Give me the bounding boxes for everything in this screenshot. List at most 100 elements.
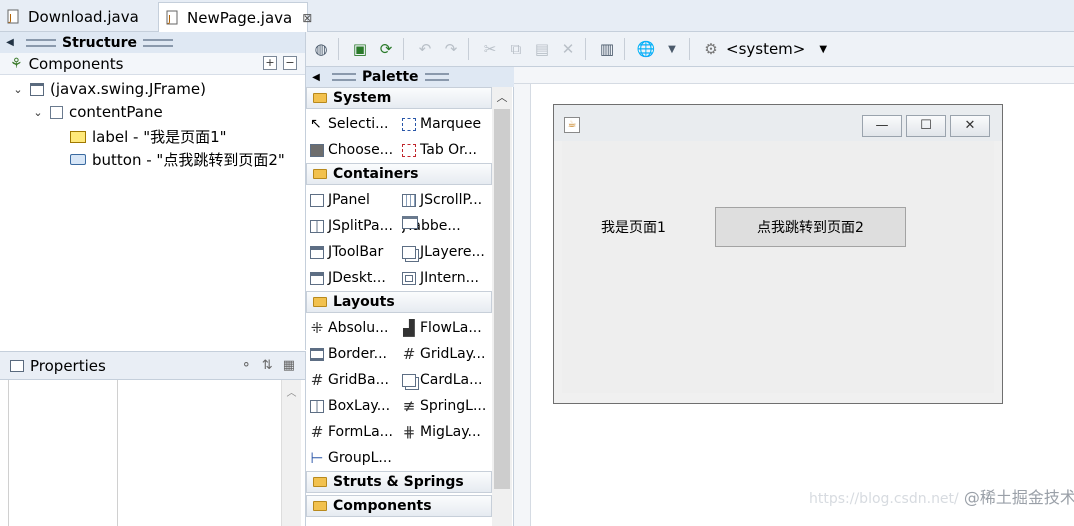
chevron-up-icon[interactable]: ︿	[287, 388, 297, 399]
palette-item-gridlayout[interactable]: # GridLay...	[402, 342, 494, 366]
expand-all-icon[interactable]: +	[263, 56, 277, 70]
palette-item-label: JLayere...	[420, 244, 485, 260]
palette-item-marquee[interactable]: Marquee	[402, 112, 494, 136]
palette-category-struts-springs[interactable]: Struts & Springs	[306, 471, 492, 493]
category-label: System	[333, 90, 392, 106]
palette-item-borderlayout[interactable]: Border...	[310, 342, 402, 366]
palette-item-label: JScrollP...	[420, 192, 483, 208]
svg-text:J: J	[8, 13, 12, 24]
redo-icon[interactable]: ↷	[440, 38, 462, 60]
properties-scrollbar[interactable]: ︿	[281, 380, 301, 526]
scrollbar-thumb[interactable]	[494, 109, 510, 489]
properties-header: Properties ⚬ ⇅ ▦	[0, 352, 305, 380]
show-advanced-icon[interactable]: ▦	[283, 358, 295, 373]
palette-item-jtabbedpane[interactable]: JTabbe...	[402, 214, 494, 238]
jframe-preview[interactable]: ☕ — ☐ ✕ 我是页面1 点我跳转到页面2	[553, 104, 1003, 404]
jscrollpane-icon	[402, 193, 416, 207]
folder-icon	[313, 501, 327, 511]
grip-icon[interactable]	[424, 73, 449, 81]
column-divider	[117, 380, 118, 526]
page-label[interactable]: 我是页面1	[601, 217, 666, 237]
maximize-icon[interactable]: ☐	[906, 115, 946, 137]
chevron-down-icon[interactable]: ⌄	[32, 106, 44, 119]
content-pane[interactable]: 我是页面1 点我跳转到页面2	[562, 141, 994, 393]
palette-item-label: CardLa...	[420, 372, 483, 388]
tab-newpage-java[interactable]: J NewPage.java ⊠	[158, 2, 312, 32]
palette-panel: ◀ Palette System ↖ Selecti... Marquee Ch…	[306, 67, 514, 526]
copy-icon[interactable]: ⧉	[505, 38, 527, 60]
refresh-icon[interactable]: ⟳	[375, 38, 397, 60]
jdesktoppane-icon	[310, 271, 324, 285]
close-icon[interactable]: ✕	[950, 115, 990, 137]
palette-item-formlayout[interactable]: # FormLa...	[310, 420, 402, 444]
palette-category-layouts[interactable]: Layouts	[306, 291, 492, 313]
palette-item-jlayeredpane[interactable]: JLayere...	[402, 240, 494, 264]
paste-icon[interactable]: ▤	[531, 38, 553, 60]
palette-item-gridbaglayout[interactable]: # GridBa...	[310, 368, 402, 392]
toolbar-separator	[689, 38, 690, 60]
grip-icon[interactable]	[332, 73, 356, 81]
palette-item-absolute-layout[interactable]: ⁜ Absolu...	[310, 316, 402, 340]
tree-node-jframe[interactable]: ⌄ (javax.swing.JFrame)	[12, 80, 206, 98]
palette-item-jpanel[interactable]: JPanel	[310, 188, 402, 212]
look-and-feel-select[interactable]: <system>	[726, 40, 805, 58]
grip-icon[interactable]	[143, 38, 174, 47]
palette-item-selection[interactable]: ↖ Selecti...	[310, 112, 402, 136]
close-tab-icon[interactable]: ⊠	[302, 11, 312, 25]
choose-component-icon	[310, 143, 324, 157]
structure-title: Structure	[62, 34, 138, 51]
collapse-all-icon[interactable]: −	[283, 56, 297, 70]
palette-item-jdesktoppane[interactable]: JDeskt...	[310, 266, 402, 290]
chevron-up-icon[interactable]: ︿	[492, 89, 512, 105]
minimize-icon[interactable]: —	[862, 115, 902, 137]
folder-icon	[313, 477, 327, 487]
cut-icon[interactable]: ✂	[479, 38, 501, 60]
delete-icon[interactable]: ✕	[557, 38, 579, 60]
tab-order-icon[interactable]: ▥	[596, 38, 618, 60]
frame-title-bar[interactable]: ☕ — ☐ ✕	[554, 105, 1002, 141]
palette-item-cardlayout[interactable]: CardLa...	[402, 368, 494, 392]
palette-item-miglayout[interactable]: ⋕ MigLay...	[402, 420, 494, 444]
palette-category-system[interactable]: System	[306, 87, 492, 109]
palette-item-jtoolbar[interactable]: JToolBar	[310, 240, 402, 264]
properties-icon	[10, 359, 24, 372]
properties-panel: Properties ⚬ ⇅ ▦ ︿	[0, 351, 306, 526]
palette-item-grouplayout[interactable]: ⊢ GroupL...	[310, 446, 402, 470]
label-icon	[70, 130, 86, 143]
collapse-arrow-icon[interactable]: ◀	[306, 72, 326, 83]
palette-item-label: FormLa...	[328, 424, 393, 440]
grip-icon[interactable]	[26, 38, 56, 47]
palette-scrollbar[interactable]: ︿	[492, 87, 512, 526]
undo-icon[interactable]: ↶	[414, 38, 436, 60]
palette-item-jscrollpane[interactable]: JScrollP...	[402, 188, 494, 212]
globe-icon[interactable]: 🌐	[635, 38, 657, 60]
chevron-down-icon[interactable]: ▼	[661, 38, 683, 60]
tree-node-button[interactable]: button - "点我跳转到页面2"	[70, 149, 285, 170]
tree-node-label[interactable]: label - "我是页面1"	[70, 126, 227, 147]
java-file-icon: J	[165, 10, 181, 26]
source-icon[interactable]: ▣	[349, 38, 371, 60]
components-label: Components	[28, 54, 124, 73]
palette-item-jinternalframe[interactable]: JIntern...	[402, 266, 494, 290]
palette-item-choose-component[interactable]: Choose...	[310, 138, 402, 162]
properties-table[interactable]	[8, 380, 278, 526]
collapse-arrow-icon[interactable]: ◀	[0, 37, 20, 48]
palette-category-containers[interactable]: Containers	[306, 163, 492, 185]
palette-item-jsplitpane[interactable]: JSplitPa...	[310, 214, 402, 238]
palette-item-flowlayout[interactable]: ▟ FlowLa...	[402, 316, 494, 340]
palette-item-tab-order[interactable]: Tab Or...	[402, 138, 494, 162]
absolute-layout-icon: ⁜	[310, 318, 324, 337]
goto-definition-icon[interactable]: ⇅	[262, 358, 273, 373]
test-gui-icon[interactable]: ◍	[310, 38, 332, 60]
goto-page2-button[interactable]: 点我跳转到页面2	[715, 207, 906, 247]
palette-item-springlayout[interactable]: ≢ SpringL...	[402, 394, 494, 418]
palette-category-components[interactable]: Components	[306, 495, 492, 517]
chevron-down-icon[interactable]: ▼	[819, 44, 827, 55]
show-events-icon[interactable]: ⚬	[241, 358, 252, 373]
tree-node-contentpane[interactable]: ⌄ contentPane	[32, 103, 162, 121]
tab-download-java[interactable]: J Download.java	[0, 2, 156, 32]
palette-item-boxlayout[interactable]: BoxLay...	[310, 394, 402, 418]
formlayout-icon: #	[310, 422, 324, 441]
chevron-down-icon[interactable]: ⌄	[12, 83, 24, 96]
design-canvas[interactable]: ☕ — ☐ ✕ 我是页面1 点我跳转到页面2 https://blog.csdn…	[514, 67, 1074, 526]
